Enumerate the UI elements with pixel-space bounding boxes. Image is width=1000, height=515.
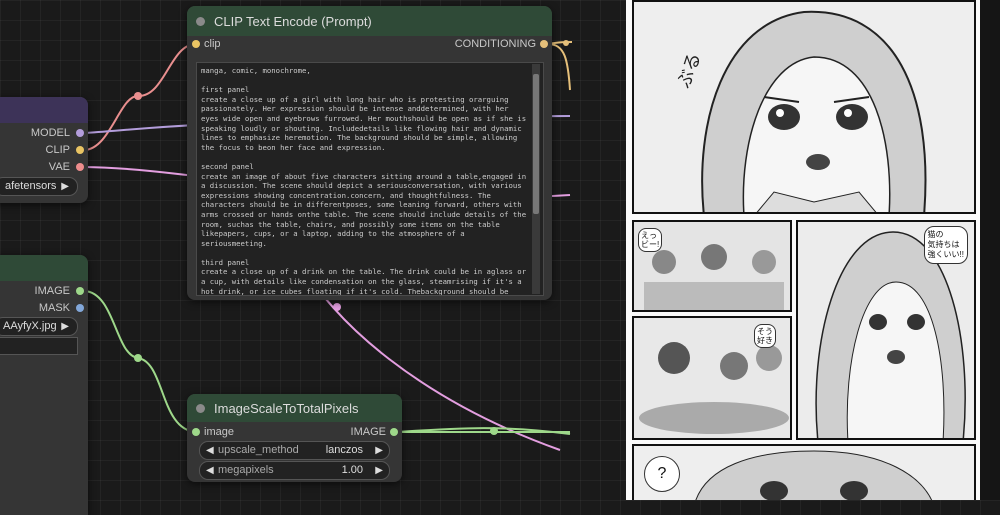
textarea-scrollbar[interactable] [532, 64, 540, 294]
node-title-bar[interactable]: CLIP Text Encode (Prompt) [187, 6, 552, 36]
reroute-dot[interactable] [134, 92, 142, 100]
clip-text-encode-node[interactable]: CLIP Text Encode (Prompt) clip CONDITION… [187, 6, 552, 300]
collapse-dot-icon[interactable] [196, 16, 205, 26]
arrow-right-icon[interactable]: ▶ [375, 462, 383, 479]
reroute-dot[interactable] [333, 303, 341, 311]
upscale-method-combo[interactable]: ◀ upscale_method lanczos ▶ [199, 441, 390, 460]
vae-socket[interactable] [76, 163, 84, 171]
image-input-socket[interactable] [192, 428, 200, 436]
mask-socket[interactable] [76, 304, 84, 312]
megapixels-number[interactable]: ◀ megapixels 1.00 ▶ [199, 461, 390, 480]
node-title-bar[interactable] [0, 97, 88, 123]
node-title-bar[interactable]: ImageScaleToTotalPixels [187, 394, 402, 422]
scrollbar-thumb[interactable] [533, 74, 539, 214]
prompt-textarea[interactable]: manga, comic, monochrome, first panel cr… [196, 62, 544, 296]
node-title: CLIP Text Encode (Prompt) [214, 13, 372, 29]
output-image: IMAGE [34, 285, 70, 297]
manga-panel-meeting: そう 好き [632, 316, 792, 440]
checkpoint-loader-node[interactable]: MODEL CLIP VAE afetensors ▶ [0, 97, 88, 203]
ckpt-name-combo[interactable]: afetensors ▶ [0, 177, 78, 196]
model-socket[interactable] [76, 129, 84, 137]
output-image-label: IMAGE [350, 426, 386, 438]
output-mask: MASK [38, 302, 70, 314]
output-model: MODEL [30, 127, 70, 139]
node-title-bar[interactable] [0, 255, 88, 281]
girl-bottom-drawing [634, 446, 974, 500]
clip-socket[interactable] [76, 146, 84, 154]
output-conditioning-label: CONDITIONING [454, 38, 536, 50]
manga-preview-image: ぶる えっ ビー! そう 好き 猫の 気持ちは 強くいい!! ? [626, 0, 980, 500]
speech-bubble: 猫の 気持ちは 強くいい!! [923, 226, 968, 264]
girl-closeup-drawing [634, 2, 974, 212]
image-socket[interactable] [76, 287, 84, 295]
collapse-dot-icon[interactable] [196, 403, 205, 413]
megapixels-value: 1.00 [341, 464, 363, 476]
upscale-method-value: lanczos [325, 444, 363, 456]
manga-panel-girl-shouting: 猫の 気持ちは 強くいい!! [796, 220, 976, 440]
manga-panel-top: ぶる [632, 0, 976, 214]
canvas-edge [980, 0, 1000, 500]
arrow-left-icon[interactable]: ◀ [206, 462, 214, 479]
arrow-right-icon[interactable]: ▶ [61, 178, 69, 195]
conditioning-output-socket[interactable] [540, 40, 548, 48]
speech-bubble: そう 好き [754, 324, 776, 348]
arrow-left-icon[interactable]: ◀ [206, 442, 214, 459]
megapixels-label: megapixels [218, 464, 274, 476]
output-vae: VAE [48, 161, 70, 173]
load-image-node[interactable]: IMAGE MASK AAyfyX.jpg ▶ [0, 255, 88, 515]
manga-panel-bottom: ? [632, 444, 976, 500]
speech-bubble: えっ ビー! [638, 228, 663, 252]
input-image-label: image [204, 426, 234, 438]
node-title: ImageScaleToTotalPixels [214, 400, 359, 416]
manga-panel-group: えっ ビー! [632, 220, 792, 312]
upscale-method-label: upscale_method [218, 444, 299, 456]
clip-input-socket[interactable] [192, 40, 200, 48]
upload-field[interactable] [0, 337, 78, 355]
input-clip-label: clip [204, 38, 221, 50]
image-output-socket[interactable] [390, 428, 398, 436]
image-scale-node[interactable]: ImageScaleToTotalPixels image IMAGE ◀ up… [187, 394, 402, 482]
image-file-value: AAyfyX.jpg [3, 320, 57, 332]
speech-bubble: ? [644, 456, 680, 492]
reroute-dot[interactable] [134, 354, 142, 362]
ckpt-name-value: afetensors [5, 180, 57, 192]
output-clip: CLIP [45, 144, 70, 156]
arrow-right-icon[interactable]: ▶ [375, 442, 383, 459]
arrow-right-icon[interactable]: ▶ [61, 318, 69, 335]
image-file-combo[interactable]: AAyfyX.jpg ▶ [0, 317, 78, 336]
